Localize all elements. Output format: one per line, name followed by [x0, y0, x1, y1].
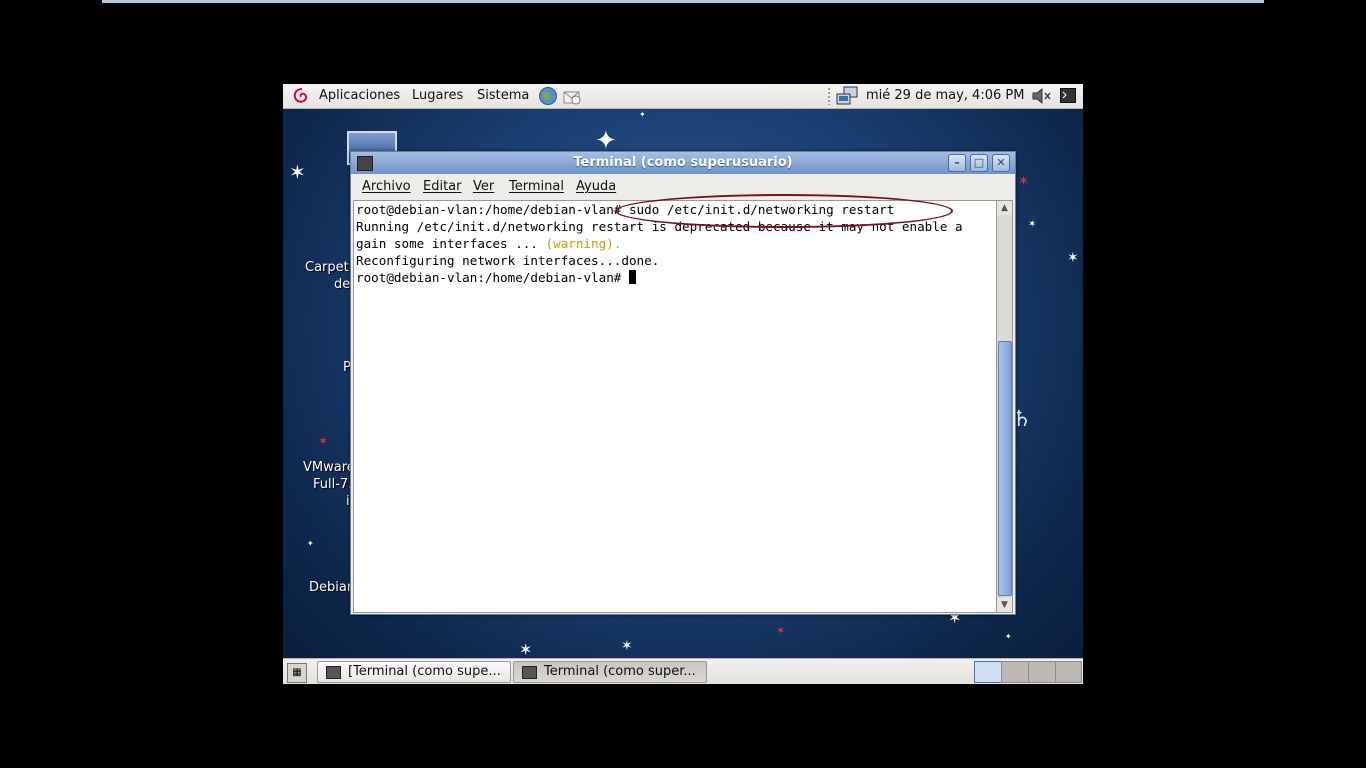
desktop-icon-label[interactable]: Carpet [305, 260, 349, 275]
star-decoration: ✶ [1018, 174, 1029, 189]
panel-separator [827, 87, 831, 105]
taskbar-item[interactable]: Terminal (como super... [513, 661, 707, 683]
terminal-icon [326, 666, 341, 679]
window-menubar: Archivo Editar Ver Terminal Ayuda [351, 174, 1015, 198]
desktop-icon-label[interactable]: Full-7. [313, 477, 352, 492]
menu-archivo[interactable]: Archivo [362, 179, 411, 194]
star-decoration: ✶ [621, 638, 633, 654]
web-browser-icon[interactable] [538, 86, 558, 106]
terminal-prompt: root@debian-vlan:/home/debian-vlan# [356, 270, 629, 285]
debian-swirl-icon[interactable] [292, 87, 310, 105]
star-decoration: ✶ [1067, 250, 1079, 266]
places-menu[interactable]: Lugares [412, 88, 463, 103]
mail-client-icon[interactable] [562, 86, 582, 106]
menu-editar[interactable]: Editar [423, 179, 462, 194]
window-title: Terminal (como superusuario) [573, 155, 793, 170]
terminal-warning: (warning). [545, 236, 622, 251]
scrollbar-thumb[interactable] [998, 341, 1012, 596]
scroll-down-arrow[interactable]: ▼ [997, 598, 1012, 612]
taskbar-item-label: [Terminal (como supe... [348, 664, 501, 679]
desktop-icon-label[interactable]: VMware [303, 460, 355, 475]
annotation-oval [615, 194, 953, 228]
workspace-1[interactable] [974, 661, 1002, 683]
star-decoration: ✦ [1005, 632, 1012, 641]
star-decoration: ✦ [307, 539, 314, 548]
vm-screen: ✦ ✶ ✦ ✶ ✶ ✶ ✶ ✶ ✶ ✶ ✶ ✦ ✦ ♄ Carpet de P … [283, 84, 1083, 684]
workspace-3[interactable] [1028, 661, 1056, 683]
menu-terminal[interactable]: Terminal [509, 179, 564, 194]
taskbar-item-label: Terminal (como super... [544, 664, 696, 679]
network-icon[interactable] [836, 86, 858, 106]
system-menu[interactable]: Sistema [477, 88, 529, 103]
clock[interactable]: mié 29 de may, 4:06 PM [866, 88, 1024, 103]
menu-ver[interactable]: Ver [473, 179, 494, 194]
top-panel: Aplicaciones Lugares Sistema mié 29 de m… [283, 84, 1083, 109]
terminal-cursor [628, 270, 636, 284]
scroll-up-arrow[interactable]: ▲ [997, 201, 1012, 215]
desktop-icon-label[interactable]: de [334, 277, 350, 292]
close-button[interactable]: ✕ [992, 154, 1010, 172]
star-decoration: ✶ [318, 434, 329, 448]
show-desktop-icon[interactable]: ▦ [287, 663, 307, 683]
star-decoration: ✶ [776, 624, 786, 637]
applications-menu[interactable]: Aplicaciones [319, 88, 400, 103]
minimize-button[interactable]: – [948, 154, 966, 172]
bottom-panel: ▦ [Terminal (como supe... Terminal (como… [283, 658, 1083, 684]
workspace-2[interactable] [1001, 661, 1029, 683]
star-decoration: ✦ [639, 110, 646, 119]
terminal-icon[interactable] [1060, 88, 1076, 103]
maximize-button[interactable]: □ [970, 154, 988, 172]
terminal-prompt: root@debian-vlan:/home/debian-vlan# [356, 202, 622, 217]
star-decoration: ✶ [1028, 219, 1037, 230]
star-decoration: ✶ [519, 640, 533, 659]
volume-icon[interactable] [1031, 87, 1053, 105]
desktop-icon-label[interactable]: Debian [309, 580, 355, 595]
terminal-scrollbar[interactable]: ▲ ▼ [996, 200, 1013, 613]
window-titlebar[interactable]: Terminal (como superusuario) – □ ✕ [351, 152, 1015, 174]
terminal-icon [522, 666, 537, 679]
workspace-4[interactable] [1055, 661, 1082, 683]
terminal-line: gain some interfaces ... [356, 236, 546, 251]
taskbar-item[interactable]: [Terminal (como supe... [317, 661, 511, 683]
menu-ayuda[interactable]: Ayuda [576, 179, 616, 194]
terminal-output[interactable]: root@debian-vlan:/home/debian-vlan# sudo… [353, 194, 997, 613]
terminal-window[interactable]: Terminal (como superusuario) – □ ✕ Archi… [350, 151, 1016, 615]
star-decoration: ✶ [289, 160, 306, 184]
host-window-edge [102, 0, 1264, 3]
terminal-line: Reconfiguring network interfaces...done. [356, 253, 660, 268]
